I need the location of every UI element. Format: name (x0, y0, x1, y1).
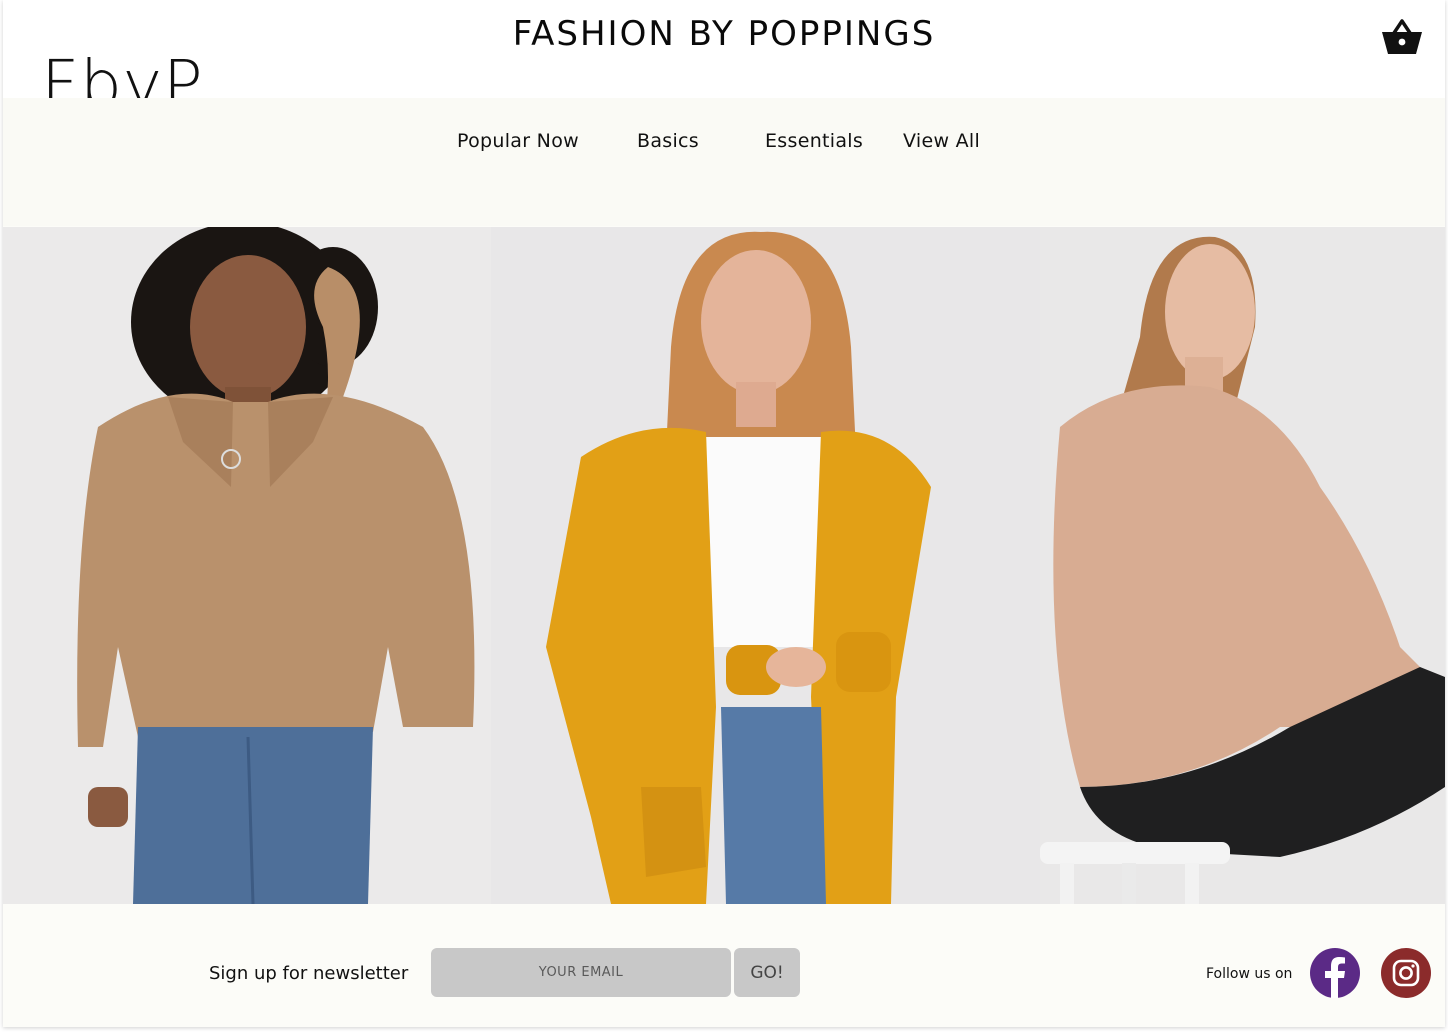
main-nav: Popular Now Basics Essentials View All (3, 130, 1445, 156)
nav-item-basics[interactable]: Basics (637, 130, 699, 152)
header: FASHION BY POPPINGS FbyP (3, 0, 1445, 118)
nav-item-essentials[interactable]: Essentials (765, 130, 863, 152)
nav-item-view-all[interactable]: View All (903, 130, 980, 152)
follow-label: Follow us on (1206, 966, 1293, 982)
footer: Sign up for newsletter GO! Follow us on (3, 904, 1445, 1027)
nav-item-popular-now[interactable]: Popular Now (457, 130, 579, 152)
basket-icon[interactable] (1381, 18, 1423, 56)
hero-image-1[interactable] (3, 227, 491, 904)
nav-bar (3, 98, 1445, 226)
instagram-icon[interactable] (1381, 948, 1431, 998)
hero-gallery (3, 227, 1445, 904)
go-button[interactable]: GO! (734, 948, 800, 997)
hero-image-3[interactable] (1040, 227, 1445, 904)
hero-image-2[interactable] (491, 227, 1040, 904)
page-frame: FASHION BY POPPINGS FbyP Popular Now Bas… (3, 0, 1445, 1027)
facebook-icon[interactable] (1310, 948, 1360, 998)
newsletter-label: Sign up for newsletter (209, 963, 409, 984)
site-title: FASHION BY POPPINGS (512, 14, 936, 54)
email-input[interactable] (431, 948, 731, 997)
